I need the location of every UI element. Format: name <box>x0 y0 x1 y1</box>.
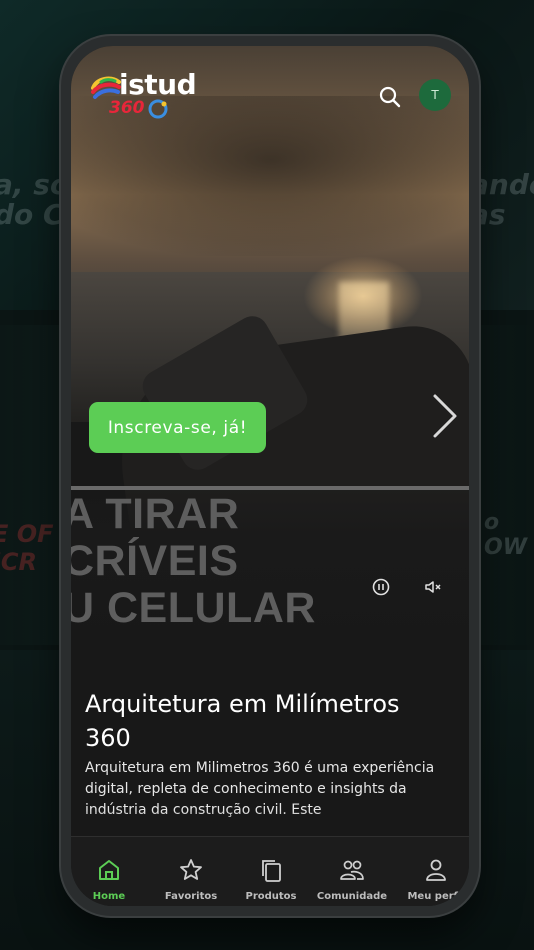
users-icon <box>340 860 364 880</box>
bottom-nav: Home Favoritos Produtos Comunidade Meu p… <box>71 836 469 906</box>
user-icon <box>426 859 446 881</box>
logo-swirl-icon <box>91 76 121 99</box>
nav-label: Comunidade <box>316 891 388 902</box>
copy-icon <box>262 860 281 882</box>
hero-banner[interactable]: A TIRAR CRÍVEIS U CELULAR <box>71 46 469 646</box>
subscribe-button[interactable]: Inscreva-se, já! <box>89 402 266 453</box>
nav-item-produtos[interactable]: Produtos <box>241 837 301 906</box>
nav-item-meu-perfil[interactable]: Meu perfil <box>403 837 469 906</box>
nav-item-home[interactable]: Home <box>83 837 135 906</box>
hero-overlay-text: CRÍVEIS <box>71 537 239 585</box>
hero-overlay-text: A TIRAR <box>71 490 240 538</box>
logo-ring-icon <box>148 99 168 119</box>
pause-icon[interactable] <box>370 576 392 598</box>
logo-number: 360 <box>109 98 145 118</box>
home-icon <box>99 860 119 880</box>
phone-frame: A TIRAR CRÍVEIS U CELULAR istud 360 T In… <box>61 36 479 916</box>
star-icon <box>180 859 202 880</box>
volume-mute-icon[interactable] <box>422 576 444 598</box>
phone-screen: A TIRAR CRÍVEIS U CELULAR istud 360 T In… <box>71 46 469 906</box>
nav-label: Favoritos <box>164 891 218 902</box>
nav-item-favoritos[interactable]: Favoritos <box>159 837 223 906</box>
nav-item-comunidade[interactable]: Comunidade <box>315 837 389 906</box>
background-blur-text: E OFICR <box>0 520 54 576</box>
avatar[interactable]: T <box>419 79 451 111</box>
background-blur-text: andoas <box>470 168 534 231</box>
nav-label: Home <box>92 891 126 902</box>
istud-logo[interactable]: istud 360 <box>91 68 201 124</box>
nav-label: Meu perfil <box>407 891 465 902</box>
nav-label: Produtos <box>245 891 297 902</box>
background-blur-text: o OW <box>484 510 527 560</box>
chevron-right-icon[interactable] <box>429 392 459 440</box>
hero-overlay-text: U CELULAR <box>71 584 316 632</box>
search-icon[interactable] <box>377 84 403 110</box>
logo-word: istud <box>119 68 197 101</box>
course-title: Arquitetura em Milímetros 360 <box>85 690 400 752</box>
